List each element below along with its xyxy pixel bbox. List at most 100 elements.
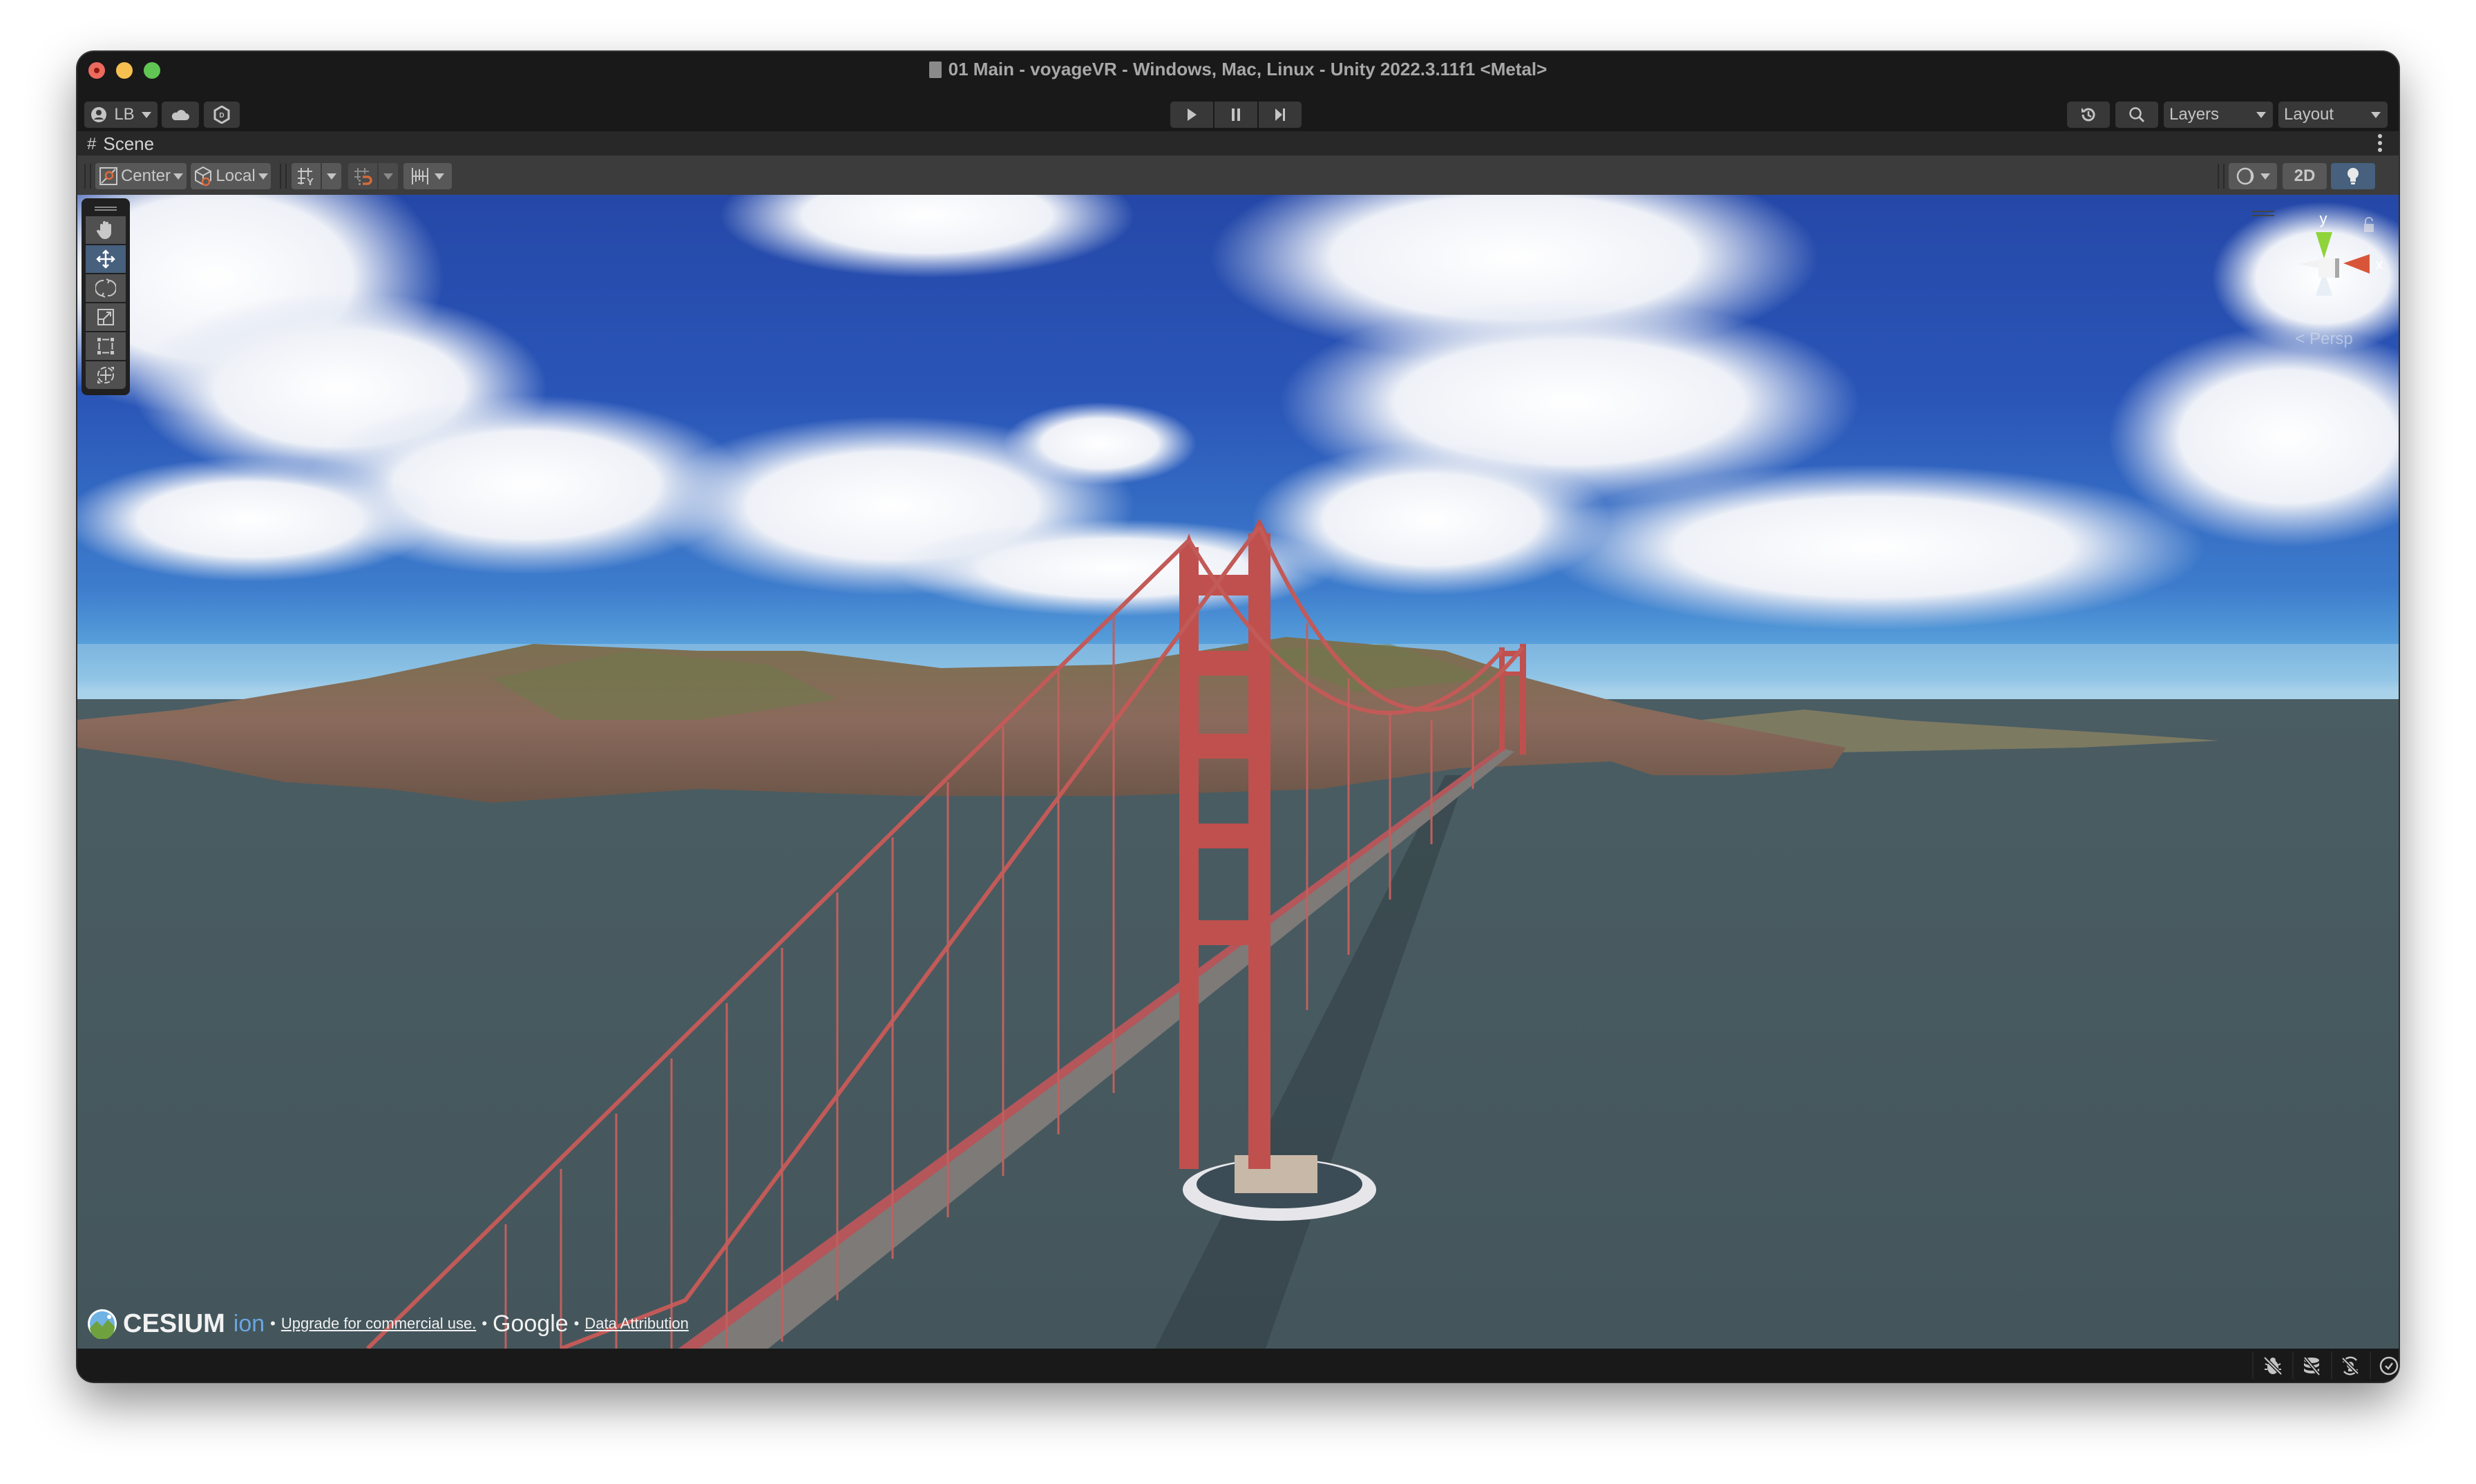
window-title: 01 Main - voyageVR - Windows, Mac, Linux…	[77, 59, 2399, 80]
hand-tool[interactable]	[86, 216, 126, 244]
lighting-toggle[interactable]	[2331, 163, 2375, 189]
transform-icon	[97, 367, 114, 383]
pivot-mode-dropdown[interactable]: Center	[95, 163, 187, 189]
toolbar-drag-handle[interactable]	[2218, 164, 2225, 189]
search-button[interactable]	[2115, 102, 2158, 128]
debug-off-icon	[2263, 1356, 2283, 1376]
svg-text:D: D	[219, 112, 224, 120]
separator: •	[573, 1315, 580, 1332]
scene-toolbar: Center Local Y 2D	[77, 155, 2399, 195]
gizmo-neg-x-axis[interactable]	[2298, 260, 2318, 268]
divider	[2331, 1351, 2332, 1379]
cloud-button[interactable]	[162, 102, 199, 128]
play-button[interactable]	[1170, 102, 1213, 128]
divider	[2370, 1351, 2371, 1379]
tab-scene[interactable]: # Scene	[87, 133, 154, 155]
account-dropdown[interactable]: LB	[84, 102, 158, 128]
lightbulb-icon	[2348, 168, 2359, 184]
pivot-center-icon	[99, 167, 117, 185]
tool-palette	[82, 198, 130, 395]
step-icon	[1275, 108, 1285, 121]
scale-tool[interactable]	[86, 303, 126, 331]
ion-wordmark: ion	[233, 1310, 265, 1337]
move-arrows-icon	[96, 249, 115, 269]
clouds	[77, 195, 2399, 630]
separator: •	[482, 1315, 488, 1332]
grid-hash-icon: #	[87, 134, 97, 153]
more-options-icon[interactable]	[2378, 134, 2382, 152]
google-wordmark: Google	[493, 1310, 569, 1337]
layout-label: Layout	[2284, 105, 2334, 124]
chevron-down-icon	[327, 173, 336, 180]
playmode-controls	[1170, 102, 1302, 128]
scene-file-icon	[928, 61, 942, 78]
transform-tool[interactable]	[86, 361, 126, 389]
chevron-down-icon	[2371, 111, 2381, 118]
chevron-down-icon	[173, 173, 184, 180]
grid-snap-magnet-icon	[354, 168, 372, 185]
version-control-button[interactable]: D	[204, 102, 240, 128]
snap-options-dropdown[interactable]	[379, 163, 398, 189]
scene-tab-bar: # Scene	[77, 131, 2399, 155]
debug-mode-button[interactable]	[2259, 1354, 2287, 1378]
cache-server-button[interactable]	[2298, 1354, 2325, 1378]
undo-history-button[interactable]	[2067, 102, 2110, 128]
layout-dropdown[interactable]: Layout	[2278, 102, 2388, 128]
status-bar	[77, 1349, 2399, 1382]
orientation-gizmo[interactable]: y x < Persp	[2247, 198, 2385, 350]
grid-options-dropdown[interactable]	[322, 163, 341, 189]
grid-visibility-toggle[interactable]: Y	[292, 163, 321, 189]
data-attribution-link[interactable]: Data Attribution	[584, 1315, 688, 1333]
auto-generate-lighting-button[interactable]	[2336, 1354, 2364, 1378]
chevron-down-icon	[2260, 173, 2270, 180]
gizmo-menu-icon[interactable]	[2252, 211, 2274, 216]
toolbar-drag-handle[interactable]	[280, 164, 287, 189]
upgrade-link[interactable]: Upgrade for commercial use.	[281, 1315, 476, 1333]
toggle-2d-button[interactable]: 2D	[2283, 163, 2327, 189]
divider	[2292, 1351, 2294, 1379]
scale-icon	[97, 309, 114, 325]
scene-view[interactable]: y x < Persp CESIUM ion • Upgrade for com…	[77, 195, 2399, 1349]
search-icon	[2129, 107, 2145, 123]
cache-server-off-icon	[2303, 1356, 2321, 1376]
tab-scene-label: Scene	[103, 133, 155, 154]
shading-mode-icon	[2236, 167, 2254, 185]
step-button[interactable]	[1259, 102, 1302, 128]
move-tool[interactable]	[86, 245, 126, 273]
toolbar-drag-handle[interactable]	[84, 164, 91, 189]
lock-icon[interactable]	[2364, 217, 2374, 232]
increment-snap-icon	[412, 168, 428, 184]
cesium-attribution: CESIUM ion • Upgrade for commercial use.…	[87, 1309, 689, 1339]
toggle-2d-label: 2D	[2294, 167, 2316, 185]
local-cube-icon	[195, 166, 212, 187]
divider	[2252, 1351, 2254, 1379]
layers-dropdown[interactable]: Layers	[2164, 102, 2273, 128]
cesium-logo-icon	[88, 1309, 117, 1339]
account-label: LB	[114, 105, 135, 124]
hand-icon	[96, 221, 111, 239]
title-bar: 01 Main - voyageVR - Windows, Mac, Linux…	[77, 52, 2399, 93]
gizmo-x-axis[interactable]	[2343, 254, 2370, 274]
pivot-rotation-dropdown[interactable]: Local	[191, 163, 271, 189]
rotate-tool[interactable]	[86, 274, 126, 302]
separator: •	[270, 1315, 276, 1332]
unity-editor-window: 01 Main - voyageVR - Windows, Mac, Linux…	[77, 52, 2399, 1382]
pause-button[interactable]	[1215, 102, 1257, 128]
scene-render	[77, 195, 2399, 1349]
window-title-text: 01 Main - voyageVR - Windows, Mac, Linux…	[948, 59, 1548, 79]
history-icon	[2082, 108, 2095, 122]
pivot-rotation-label: Local	[216, 167, 256, 185]
rect-transform-icon	[97, 338, 114, 354]
grid-snap-toggle[interactable]	[348, 163, 377, 189]
draw-mode-dropdown[interactable]	[2229, 163, 2277, 189]
status-check-button[interactable]	[2375, 1354, 2399, 1378]
increment-snap-dropdown[interactable]	[403, 163, 452, 189]
grid-y-icon: Y	[298, 168, 314, 187]
palette-drag-handle[interactable]	[95, 207, 117, 211]
chevron-down-icon	[258, 173, 268, 180]
gizmo-y-axis[interactable]	[2316, 232, 2332, 258]
cloud-icon	[171, 110, 189, 120]
projection-label[interactable]: < Persp	[2295, 330, 2352, 348]
rect-tool[interactable]	[86, 332, 126, 360]
svg-text:Y: Y	[307, 176, 314, 187]
